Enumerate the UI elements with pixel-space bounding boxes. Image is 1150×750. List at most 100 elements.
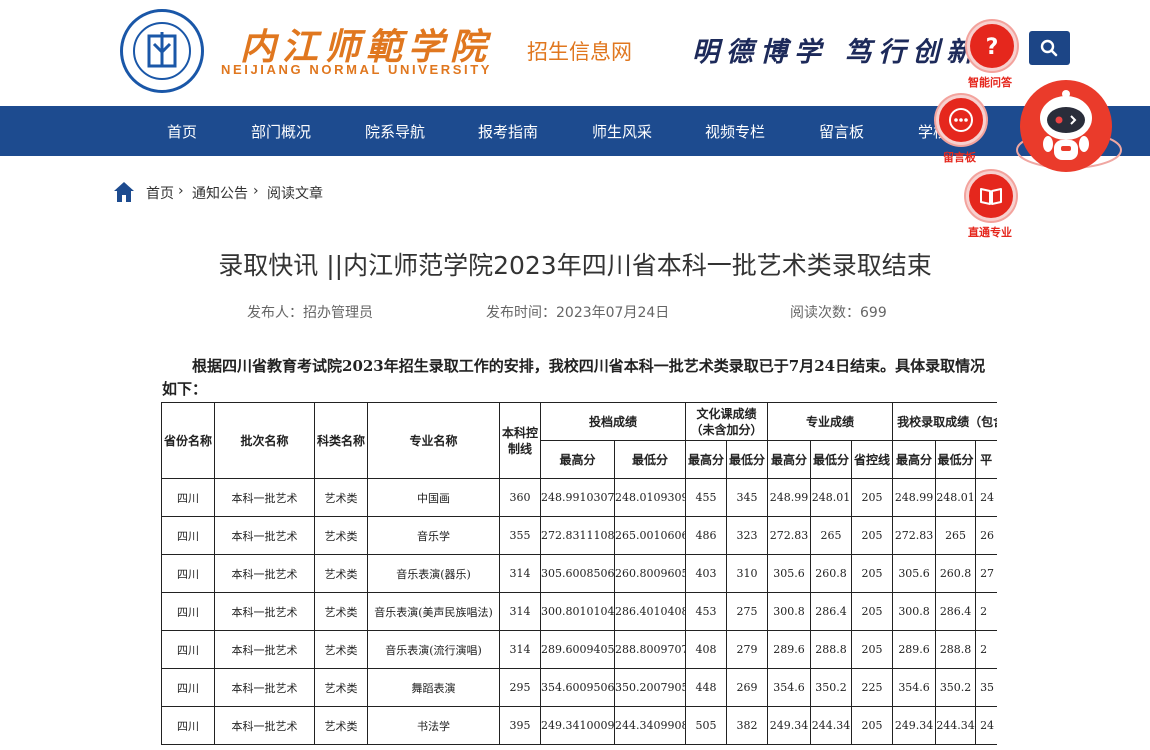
table-cell-a-avg: 27 [975, 554, 997, 593]
breadcrumb-home[interactable]: 首页 [146, 183, 174, 203]
table-cell-major: 书法学 [367, 706, 500, 745]
nav-item-departments[interactable]: 部门概况 [251, 121, 311, 142]
table-cell-a-avg: 24 [975, 478, 997, 517]
table-cell-f-max: 305.6008506 [540, 554, 615, 593]
table-cell-major: 舞蹈表演 [367, 668, 500, 707]
table-cell-province: 四川 [161, 516, 215, 555]
table-cell-p-min: 265 [810, 516, 853, 555]
table-cell-a-min: 286.4 [935, 592, 977, 631]
table-cell-f-max: 248.9910307 [540, 478, 615, 517]
col-header-culture-score: 文化课成绩（未含加分） [685, 402, 769, 441]
table-cell-c-min: 382 [726, 706, 769, 745]
search-button[interactable] [1029, 31, 1070, 65]
table-cell-category: 艺术类 [314, 706, 368, 745]
table-cell-p-min: 286.4 [810, 592, 853, 631]
col-header-province-line: 省控线 [851, 440, 894, 479]
table-cell-a-min: 288.8 [935, 630, 977, 669]
col-header-filing-score: 投档成绩 [539, 402, 687, 441]
table-cell-control: 355 [499, 516, 541, 555]
article-publisher: 发布人：招办管理员 [247, 305, 373, 321]
nav-item-colleges[interactable]: 院系导航 [365, 121, 425, 142]
table-cell-province: 四川 [161, 592, 215, 631]
table-cell-control: 395 [499, 706, 541, 745]
table-cell-f-min: 260.8009605 [613, 554, 687, 593]
nav-item-gallery[interactable]: 师生风采 [592, 121, 652, 142]
book-icon [980, 188, 1002, 205]
site-name: 招生信息网 [527, 40, 632, 64]
table-cell-p-max: 248.99 [767, 478, 812, 517]
nav-item-videos[interactable]: 视频专栏 [705, 121, 765, 142]
table-cell-province: 四川 [161, 668, 215, 707]
message-board-label[interactable]: 留言板 [943, 149, 976, 165]
nav-item-guide[interactable]: 报考指南 [478, 121, 538, 142]
col-header-culture-min: 最低分 [726, 440, 769, 479]
table-cell-c-min: 279 [726, 630, 769, 669]
table-row: 四川 本科一批艺术 艺术类 书法学 395 249.3410009 244.3409908 5… [161, 706, 997, 745]
table-cell-major: 音乐表演(器乐) [367, 554, 500, 593]
table-cell-c-max: 455 [685, 478, 728, 517]
table-cell-f-max: 272.8311108 [540, 516, 615, 555]
table-cell-p-max: 300.8 [767, 592, 812, 631]
table-cell-major: 音乐表演(美声民族唱法) [367, 592, 500, 631]
direct-major-button[interactable] [966, 171, 1016, 221]
table-cell-province: 四川 [161, 554, 215, 593]
message-board-button[interactable] [936, 95, 986, 145]
col-header-admission-max: 最高分 [892, 440, 937, 479]
university-seal-logo[interactable] [120, 9, 204, 93]
admission-table: 省份名称 批次名称 科类名称 专业名称 本科控制线 投档成绩 文化课成绩（未含加… [161, 402, 997, 745]
table-cell-c-max: 408 [685, 630, 728, 669]
article-title: 录取快讯 ||内江师范学院2023年四川省本科一批艺术类录取结束 [218, 251, 932, 280]
table-cell-control: 360 [499, 478, 541, 517]
col-header-batch: 批次名称 [214, 402, 315, 479]
search-icon [1040, 39, 1058, 57]
nav-item-home[interactable]: 首页 [167, 121, 197, 142]
table-cell-c-max: 403 [685, 554, 728, 593]
university-motto: 明德博学 笃行创新 [692, 37, 981, 68]
table-cell-major: 音乐表演(流行演唱) [367, 630, 500, 669]
table-cell-batch: 本科一批艺术 [214, 478, 315, 517]
breadcrumb-home-icon[interactable] [113, 181, 135, 207]
smart-qa-label[interactable]: 智能问答 [968, 74, 1012, 90]
admission-table-container: 省份名称 批次名称 科类名称 专业名称 本科控制线 投档成绩 文化课成绩（未含加… [161, 402, 997, 750]
article-publish-time: 发布时间：2023年07月24日 [486, 305, 670, 321]
col-header-professional-max: 最高分 [767, 440, 812, 479]
table-row: 四川 本科一批艺术 艺术类 舞蹈表演 295 354.6009506 350.2007905… [161, 668, 997, 707]
table-cell-c-min: 310 [726, 554, 769, 593]
table-cell-c-min: 345 [726, 478, 769, 517]
chatbot-robot-avatar[interactable] [1014, 78, 1124, 188]
col-header-filing-min: 最低分 [613, 440, 687, 479]
table-cell-batch: 本科一批艺术 [214, 668, 315, 707]
table-cell-c-min: 269 [726, 668, 769, 707]
table-cell-p-line: 205 [851, 554, 894, 593]
table-cell-p-min: 248.01 [810, 478, 853, 517]
table-cell-f-min: 350.2007905 [613, 668, 687, 707]
table-cell-p-line: 225 [851, 668, 894, 707]
table-cell-p-min: 350.2 [810, 668, 853, 707]
svg-text:?: ? [986, 35, 999, 59]
breadcrumb-notices[interactable]: 通知公告 [192, 183, 248, 203]
smart-qa-button[interactable]: ? [967, 21, 1017, 71]
table-cell-a-max: 300.8 [892, 592, 937, 631]
table-cell-p-line: 205 [851, 516, 894, 555]
breadcrumb-separator: › [253, 183, 259, 199]
table-cell-f-min: 244.3409908 [613, 706, 687, 745]
table-cell-category: 艺术类 [314, 554, 368, 593]
col-header-category: 科类名称 [314, 402, 368, 479]
table-row: 四川 本科一批艺术 艺术类 音乐表演(器乐) 314 305.6008506 260.800… [161, 554, 997, 593]
table-cell-c-min: 275 [726, 592, 769, 631]
table-cell-batch: 本科一批艺术 [214, 592, 315, 631]
table-cell-p-min: 260.8 [810, 554, 853, 593]
nav-item-message-board[interactable]: 留言板 [819, 121, 864, 142]
col-header-professional-min: 最低分 [810, 440, 853, 479]
table-cell-batch: 本科一批艺术 [214, 516, 315, 555]
table-cell-category: 艺术类 [314, 516, 368, 555]
table-row: 四川 本科一批艺术 艺术类 中国画 360 248.9910307 248.0109309 4… [161, 478, 997, 517]
direct-major-label[interactable]: 直通专业 [968, 224, 1012, 240]
col-header-filing-max: 最高分 [540, 440, 615, 479]
table-cell-a-max: 248.99 [892, 478, 937, 517]
table-cell-a-avg: 2 [975, 592, 997, 631]
table-cell-f-min: 248.0109309 [613, 478, 687, 517]
home-icon [114, 182, 134, 202]
table-cell-category: 艺术类 [314, 630, 368, 669]
table-cell-f-max: 289.6009405 [540, 630, 615, 669]
